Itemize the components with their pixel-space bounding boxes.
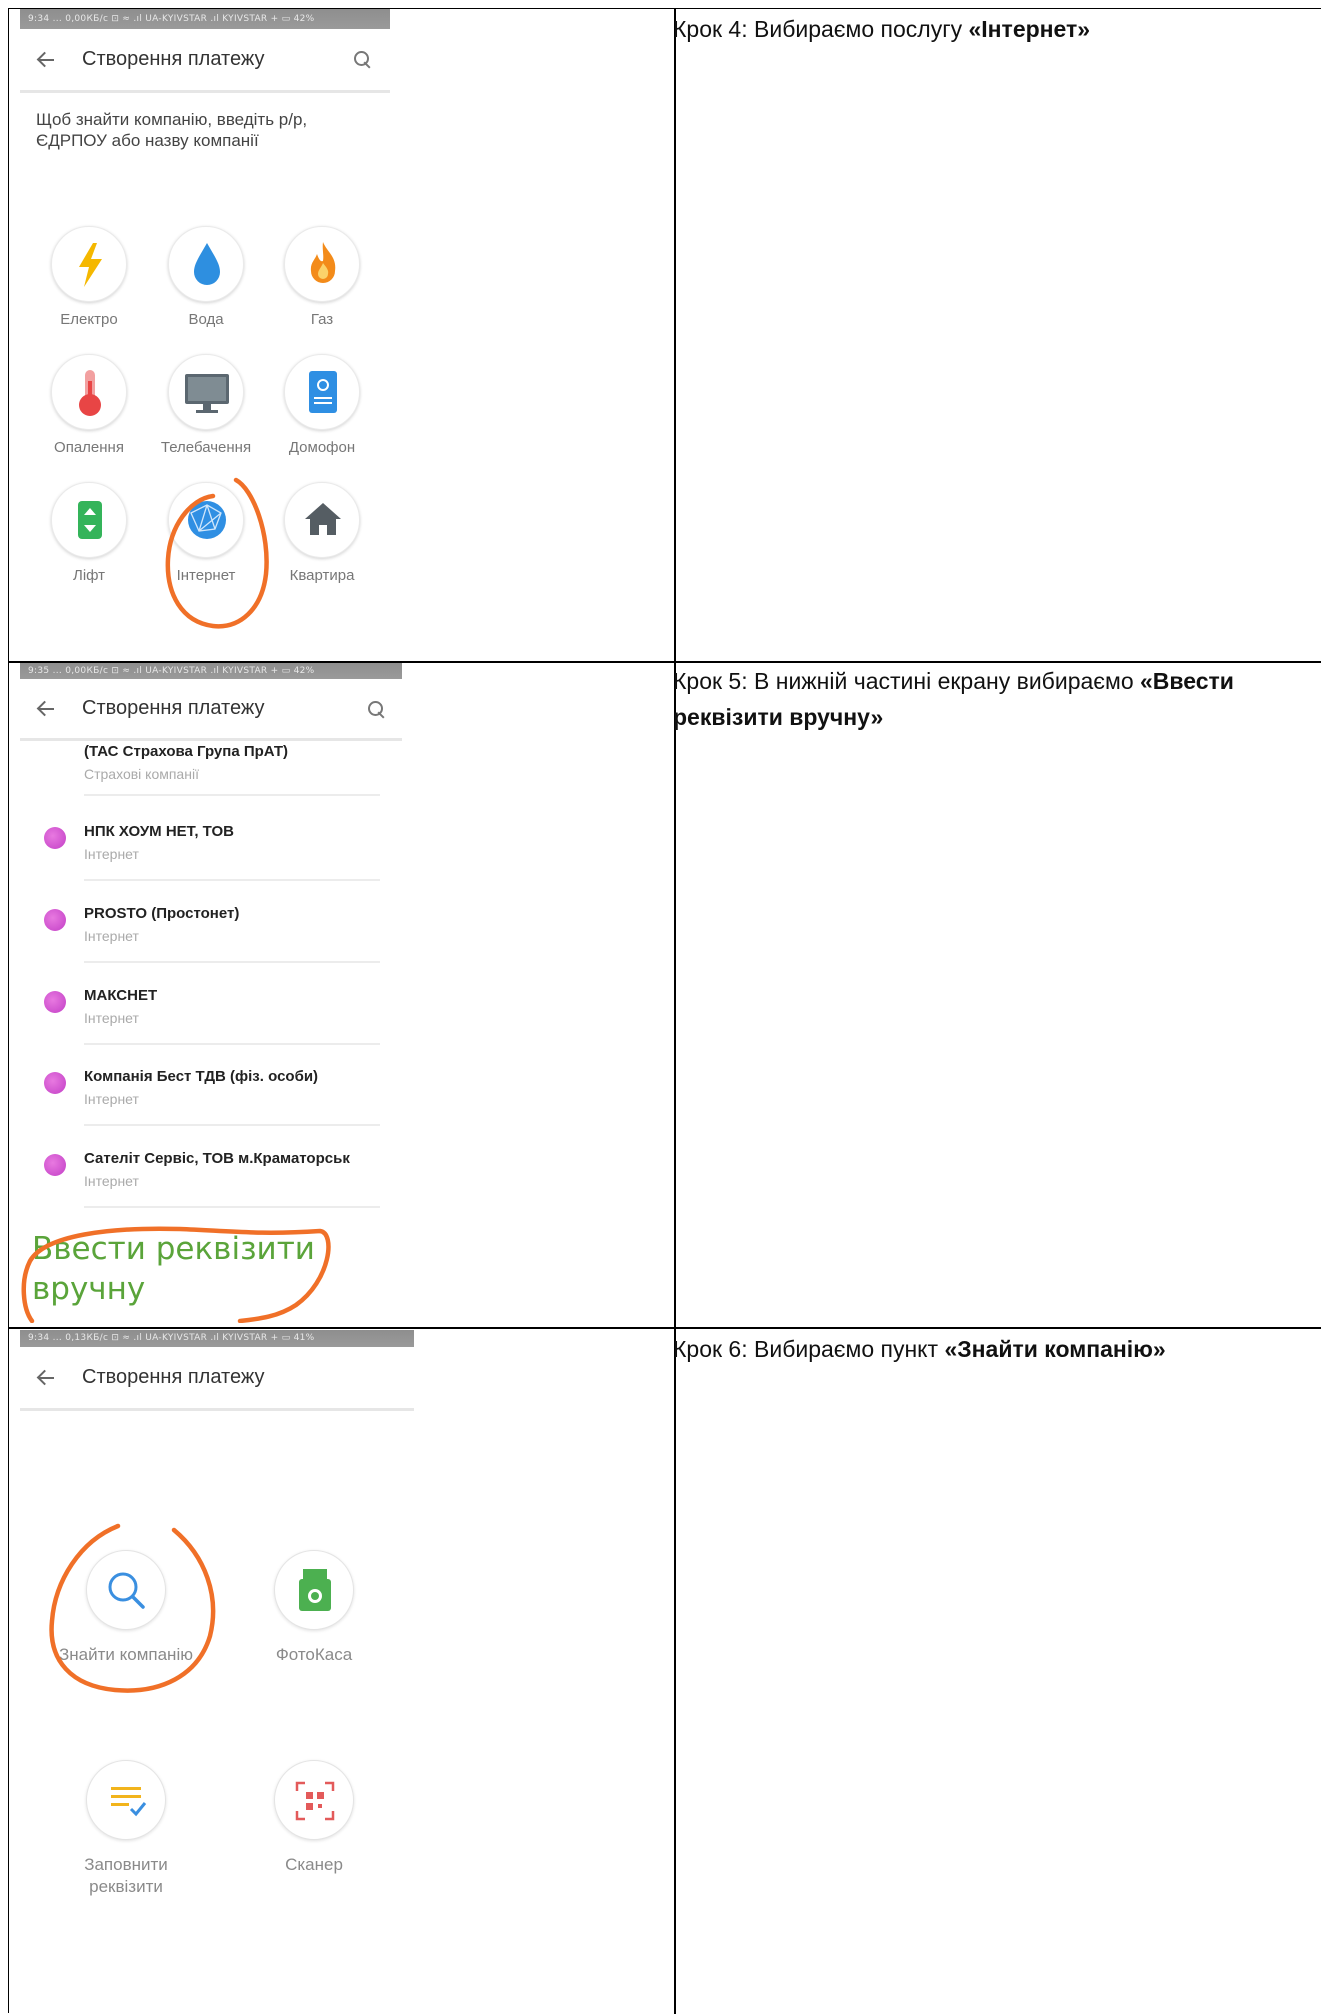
photo-cash-option[interactable]: ФотоКаса — [224, 1550, 404, 1666]
house-icon — [284, 482, 360, 558]
row-divider — [84, 879, 380, 881]
list-item[interactable]: PROSTO (Простонет) Інтернет — [20, 895, 380, 977]
company-category: Інтернет — [84, 1010, 139, 1026]
category-tv[interactable]: Телебачення — [151, 354, 261, 456]
step-4-text: Крок 4: Вибираємо послугу «Інтернет» — [673, 11, 1303, 47]
status-bar: 9:35 ... 0,00КБ/с ⊡ ≈ .ıl UA-KYIVSTAR .ı… — [20, 663, 402, 679]
qr-scanner-icon — [274, 1760, 354, 1840]
company-name: Сателіт Сервіс, ТОВ м.Краматорськ — [84, 1150, 350, 1167]
category-label: Інтернет — [176, 567, 236, 584]
company-name: PROSTO (Простонет) — [84, 905, 240, 922]
internet-globe-icon — [44, 991, 66, 1013]
category-label: Телебачення — [160, 439, 252, 456]
page-title: Створення платежу — [82, 1366, 265, 1388]
list-item[interactable]: Сателіт Сервіс, ТОВ м.Краматорськ Інтерн… — [20, 1140, 380, 1222]
company-category: Страхові компанії — [84, 766, 199, 782]
status-bar: 9:34 ... 0,00КБ/с ⊡ ≈ .ıl UA-KYIVSTAR .ı… — [20, 9, 390, 29]
table-row-divider — [9, 1327, 1321, 1329]
option-label: Сканер — [285, 1855, 343, 1874]
company-category: Інтернет — [84, 1173, 139, 1189]
app-bar: Створення платежу — [20, 1347, 414, 1411]
step-6-prefix: Крок 6: Вибираємо пункт — [673, 1336, 945, 1362]
fill-form-icon — [86, 1760, 166, 1840]
water-drop-icon — [168, 226, 244, 302]
back-arrow-icon[interactable] — [36, 698, 58, 720]
option-label: Заповнити реквізити — [84, 1855, 168, 1896]
step-6-bold: «Знайти компанію» — [944, 1336, 1166, 1362]
company-category: Інтернет — [84, 1091, 139, 1107]
category-heating[interactable]: Опалення — [34, 354, 144, 456]
page-title: Створення платежу — [82, 697, 265, 719]
category-elevator[interactable]: Ліфт — [34, 482, 144, 584]
category-electro[interactable]: Електро — [34, 226, 144, 328]
lightning-icon — [51, 226, 127, 302]
status-bar: 9:34 ... 0,13КБ/с ⊡ ≈ .ıl UA-KYIVSTAR .ı… — [20, 1330, 414, 1347]
step-5-text: Крок 5: В нижній частині екрану вибираєм… — [673, 663, 1303, 735]
enter-details-manually-button[interactable]: Ввести реквізити вручну — [32, 1229, 315, 1309]
step-6-text: Крок 6: Вибираємо пункт «Знайти компанію… — [673, 1331, 1303, 1367]
photo-cash-icon — [274, 1550, 354, 1630]
step-5-prefix: Крок 5: В нижній частині екрану вибираєм… — [673, 668, 1141, 694]
company-name: НПК ХОУМ НЕТ, ТОВ — [84, 823, 234, 840]
category-label: Газ — [310, 311, 334, 328]
company-name: (ТАС Страхова Група ПрАТ) — [84, 743, 289, 760]
thermometer-icon — [51, 354, 127, 430]
manual-entry-line-2: вручну — [32, 1271, 146, 1307]
row-divider — [84, 1206, 380, 1208]
category-water[interactable]: Вода — [151, 226, 261, 328]
category-label: Ліфт — [72, 567, 106, 584]
page-title: Створення платежу — [82, 48, 265, 70]
option-label: ФотоКаса — [275, 1645, 353, 1664]
internet-globe-icon — [44, 1154, 66, 1176]
search-hint: Щоб знайти компанію, введіть р/р, ЄДРПОУ… — [36, 110, 308, 150]
list-item[interactable]: МАКСНЕТ Інтернет — [20, 977, 380, 1059]
list-item[interactable]: Компанія Бест ТДВ (фіз. особи) Інтернет — [20, 1058, 380, 1140]
row-divider — [84, 961, 380, 963]
intercom-icon — [284, 354, 360, 430]
row-divider — [84, 794, 380, 796]
category-label: Електро — [60, 311, 118, 328]
option-label: Знайти компанію — [59, 1645, 193, 1664]
row-divider — [84, 1124, 380, 1126]
step-4-prefix: Крок 4: Вибираємо послугу — [673, 16, 969, 42]
company-category: Інтернет — [84, 846, 139, 862]
table-column-divider — [674, 9, 676, 2014]
list-item[interactable]: НПК ХОУМ НЕТ, ТОВ Інтернет — [20, 813, 380, 895]
company-name: Компанія Бест ТДВ (фіз. особи) — [84, 1068, 319, 1085]
app-bar: Створення платежу — [20, 29, 390, 93]
row-divider — [84, 1043, 380, 1045]
company-category: Інтернет — [84, 928, 139, 944]
category-internet[interactable]: Інтернет — [151, 482, 261, 584]
screenshot-step-4: 9:34 ... 0,00КБ/с ⊡ ≈ .ıl UA-KYIVSTAR .ı… — [20, 9, 390, 649]
find-company-option[interactable]: Знайти компанію — [36, 1550, 216, 1666]
category-gas[interactable]: Газ — [267, 226, 377, 328]
internet-globe-icon — [44, 909, 66, 931]
app-bar: Створення платежу — [20, 679, 402, 741]
back-arrow-icon[interactable] — [36, 49, 58, 71]
category-label: Опалення — [54, 439, 124, 456]
flame-icon — [284, 226, 360, 302]
tv-icon — [168, 354, 244, 430]
step-4-bold: «Інтернет» — [968, 16, 1091, 42]
screenshot-step-6: 9:34 ... 0,13КБ/с ⊡ ≈ .ıl UA-KYIVSTAR .ı… — [20, 1330, 414, 1910]
category-intercom[interactable]: Домофон — [267, 354, 377, 456]
screenshot-step-5: 9:35 ... 0,00КБ/с ⊡ ≈ .ıl UA-KYIVSTAR .ı… — [20, 663, 402, 1323]
internet-globe-icon — [44, 827, 66, 849]
elevator-icon — [51, 482, 127, 558]
globe-icon — [168, 482, 244, 558]
category-label: Вода — [188, 311, 224, 328]
scanner-option[interactable]: Сканер — [224, 1760, 404, 1876]
company-name: МАКСНЕТ — [84, 987, 158, 1004]
back-arrow-icon[interactable] — [36, 1367, 58, 1389]
category-apartment[interactable]: Квартира — [267, 482, 377, 584]
internet-globe-icon — [44, 1072, 66, 1094]
fill-details-option[interactable]: Заповнити реквізити — [36, 1760, 216, 1898]
category-label: Домофон — [288, 439, 356, 456]
magnifier-icon — [86, 1550, 166, 1630]
manual-entry-line-1: Ввести реквізити — [32, 1231, 315, 1267]
search-icon[interactable] — [354, 51, 372, 69]
category-label: Квартира — [289, 567, 355, 584]
search-icon[interactable] — [368, 701, 386, 719]
